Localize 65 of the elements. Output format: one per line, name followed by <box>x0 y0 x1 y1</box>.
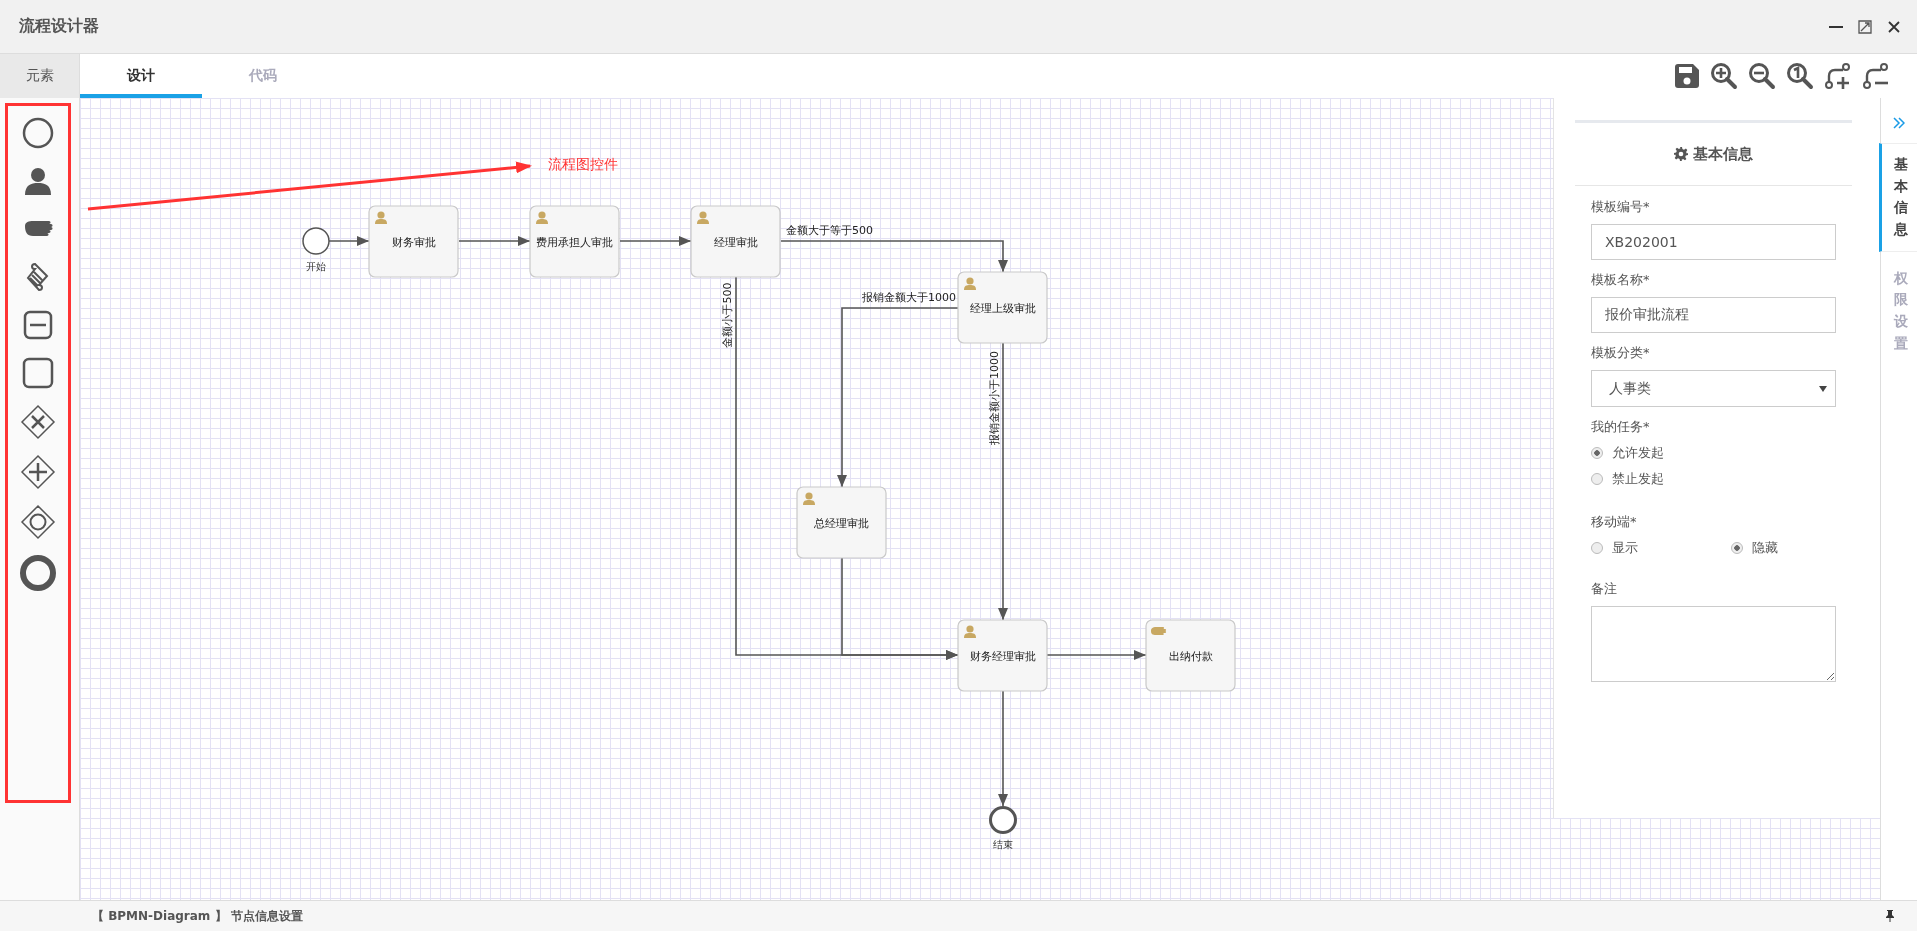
remarks-field[interactable] <box>1591 606 1836 682</box>
sequence-flow <box>328 236 370 246</box>
circle-icon[interactable] <box>21 116 55 150</box>
side-tab[interactable]: 基本信息 <box>1879 143 1917 252</box>
start-event[interactable] <box>302 227 330 255</box>
task-node[interactable] <box>690 205 781 278</box>
gear-icon <box>1674 147 1688 161</box>
save-icon[interactable] <box>1674 63 1700 89</box>
radio-button[interactable] <box>1591 447 1603 459</box>
caret-icon <box>1819 385 1827 392</box>
field-label: 我的任务* <box>1591 418 1650 436</box>
end-label: 结束 <box>993 839 1013 850</box>
task-node[interactable] <box>796 486 887 559</box>
expand-icon[interactable] <box>1893 117 1905 129</box>
task-label: 出纳付款 <box>1168 649 1213 663</box>
text-field[interactable]: 报价审批流程 <box>1591 297 1836 333</box>
condition-label: 报销金额小于1000 <box>988 351 1001 445</box>
ring-icon[interactable] <box>19 554 57 592</box>
zoom-reset-icon[interactable] <box>1786 62 1814 90</box>
radio-button[interactable] <box>1731 542 1743 554</box>
task-label: 财务经理审批 <box>969 649 1036 663</box>
condition-label: 金额大于等于500 <box>786 224 873 237</box>
task-node[interactable] <box>1145 619 1236 692</box>
field-label: 模板编号* <box>1591 198 1650 216</box>
condition-label: 金额小于500 <box>721 282 734 348</box>
annotation-label: 流程图控件 <box>548 156 618 172</box>
status-text: 【 BPMN-Diagram 】 节点信息设置 <box>92 907 303 925</box>
diamond-plus-icon[interactable] <box>20 454 56 490</box>
task-node[interactable] <box>529 205 620 278</box>
panel-title: 基本信息 <box>1693 144 1753 164</box>
field-label: 移动端* <box>1591 513 1637 531</box>
radio-label: 隐藏 <box>1752 539 1778 557</box>
field-label: 备注 <box>1591 580 1617 598</box>
radio-label: 允许发起 <box>1612 444 1664 462</box>
task-node[interactable] <box>957 619 1048 692</box>
window-title: 流程设计器 <box>19 16 99 37</box>
radio-button[interactable] <box>1591 473 1603 485</box>
diamond-x-icon[interactable] <box>20 404 56 440</box>
square-icon[interactable] <box>21 356 55 390</box>
end-event[interactable] <box>989 806 1017 834</box>
radio-label: 显示 <box>1612 539 1638 557</box>
category-select[interactable]: 人事类 <box>1591 370 1836 407</box>
maximize-icon[interactable] <box>1858 19 1872 34</box>
zoom-in-icon[interactable] <box>1710 62 1738 90</box>
zoom-out-icon[interactable] <box>1748 62 1776 90</box>
palette-title: 元素 <box>0 54 79 98</box>
path-add-icon[interactable] <box>1824 62 1852 90</box>
task-label: 费用承担人审批 <box>536 235 613 249</box>
path-remove-icon[interactable] <box>1862 62 1890 90</box>
close-icon[interactable] <box>1887 19 1901 34</box>
minus-square-icon[interactable] <box>21 308 55 342</box>
task-label: 经理上级审批 <box>969 301 1036 315</box>
task-label: 总经理审批 <box>814 516 869 530</box>
text-field[interactable]: XB202001 <box>1591 224 1836 260</box>
field-label: 模板分类* <box>1591 344 1650 362</box>
start-label: 开始 <box>306 261 326 272</box>
condition-label: 报销金额大于1000 <box>862 291 956 304</box>
radio-button[interactable] <box>1591 542 1603 554</box>
pin-icon[interactable] <box>1885 910 1895 922</box>
field-label: 模板名称* <box>1591 271 1650 289</box>
task-node[interactable] <box>957 271 1048 344</box>
radio-label: 禁止发起 <box>1612 470 1664 488</box>
task-node[interactable] <box>368 205 459 278</box>
task-label: 经理审批 <box>713 235 758 249</box>
task-label: 财务审批 <box>391 235 436 249</box>
